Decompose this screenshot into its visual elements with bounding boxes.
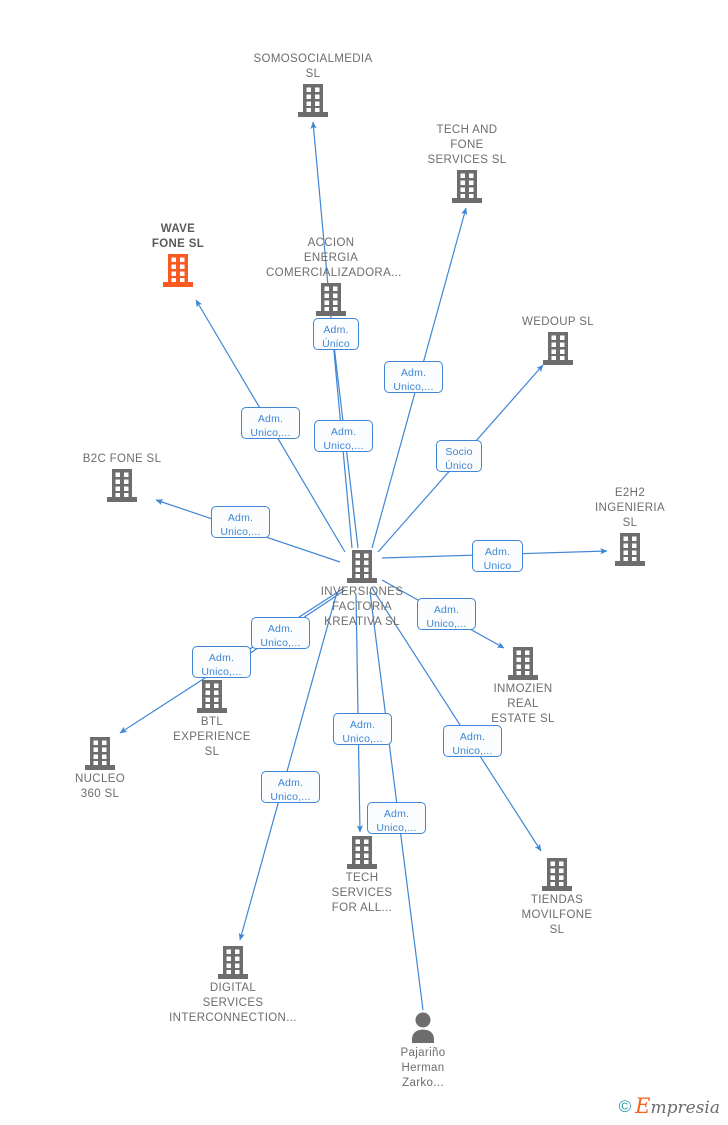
- building-icon: [297, 550, 427, 583]
- brand-initial: E: [635, 1094, 651, 1118]
- edge-label-somosocialmedia[interactable]: Adm. Unico,...: [314, 420, 373, 452]
- node-label: DIGITAL SERVICES INTERCONNECTION...: [169, 982, 297, 1024]
- brand-rest: mpresia: [650, 1098, 721, 1118]
- building-icon: [492, 858, 622, 891]
- building-icon: [266, 283, 396, 316]
- building-icon: [147, 680, 277, 713]
- node-label: TECH AND FONE SERVICES SL: [427, 124, 507, 166]
- node-label: TECH SERVICES FOR ALL...: [331, 872, 393, 914]
- node-nucleo-360[interactable]: NUCLEO 360 SL: [35, 737, 165, 802]
- building-icon: [565, 533, 695, 566]
- node-label: WEDOUP SL: [522, 316, 594, 328]
- building-icon: [248, 84, 378, 117]
- node-label: Pajariño Herman Zarko...: [400, 1047, 446, 1089]
- node-label: ACCION ENERGIA COMERCIALIZADORA...: [266, 237, 402, 279]
- edge-label-tech-and-fone[interactable]: Adm. Unico,...: [384, 361, 443, 393]
- brand-name: Empresia: [635, 1096, 720, 1117]
- node-label: NUCLEO 360 SL: [74, 773, 126, 800]
- building-icon: [402, 170, 532, 203]
- edge-label-tiendas-movilfone[interactable]: Adm. Unico,...: [443, 725, 502, 757]
- building-icon: [168, 946, 298, 979]
- edge-label-tech-services-2[interactable]: Adm. Unico,...: [367, 802, 426, 834]
- edge-label-digital-services[interactable]: Adm. Unico,...: [261, 771, 320, 803]
- node-somosocialmedia[interactable]: SOMOSOCIALMEDIA SL: [248, 52, 378, 117]
- node-label: WAVE FONE SL: [151, 223, 205, 250]
- edge-label-inmozien[interactable]: Adm. Unico,...: [417, 598, 476, 630]
- building-icon: [458, 647, 588, 680]
- building-icon: [57, 469, 187, 502]
- node-digital-services-interconnection[interactable]: DIGITAL SERVICES INTERCONNECTION...: [168, 946, 298, 1026]
- node-wedoup[interactable]: WEDOUP SL: [493, 315, 623, 365]
- node-label: INVERSIONES FACTORIA KREATIVA SL: [320, 586, 404, 628]
- edge-label-wave-fone[interactable]: Adm. Unico,...: [241, 407, 300, 439]
- edge-label-tech-services[interactable]: Adm. Unico,...: [333, 713, 392, 745]
- node-label: B2C FONE SL: [82, 453, 162, 465]
- edge-label-wedoup[interactable]: Socio Único: [436, 440, 482, 472]
- node-btl-experience[interactable]: BTL EXPERIENCE SL: [147, 680, 277, 760]
- building-icon: [113, 254, 243, 287]
- node-wave-fone[interactable]: WAVE FONE SL: [113, 222, 243, 287]
- node-accion-energia-comercializadora[interactable]: ACCION ENERGIA COMERCIALIZADORA...: [266, 236, 402, 316]
- node-label: TIENDAS MOVILFONE SL: [521, 894, 593, 936]
- building-icon: [493, 332, 623, 365]
- person-icon: [358, 1011, 488, 1044]
- node-e2h2-ingenieria[interactable]: E2H2 INGENIERIA SL: [565, 486, 695, 566]
- edge-label-e2h2[interactable]: Adm. Unico: [472, 540, 523, 572]
- building-icon: [297, 836, 427, 869]
- edge-label-accion-energia[interactable]: Adm. Único: [313, 318, 359, 350]
- copyright-icon: ©: [618, 1097, 632, 1116]
- building-icon: [35, 737, 165, 770]
- node-label: BTL EXPERIENCE SL: [173, 716, 251, 758]
- edge-label-b2c-fone[interactable]: Adm. Unico,...: [211, 506, 270, 538]
- node-tech-and-fone-services[interactable]: TECH AND FONE SERVICES SL: [402, 123, 532, 203]
- node-label: INMOZIEN REAL ESTATE SL: [491, 683, 555, 725]
- node-b2c-fone[interactable]: B2C FONE SL: [57, 452, 187, 502]
- node-pajarino-herman-zarko[interactable]: Pajariño Herman Zarko...: [358, 1011, 488, 1091]
- edge-label-btl-experience[interactable]: Adm. Unico,...: [251, 617, 310, 649]
- node-label: SOMOSOCIALMEDIA SL: [253, 53, 373, 80]
- node-label: E2H2 INGENIERIA SL: [595, 487, 665, 529]
- node-tiendas-movilfone[interactable]: TIENDAS MOVILFONE SL: [492, 858, 622, 938]
- node-tech-services-for-all[interactable]: TECH SERVICES FOR ALL...: [297, 836, 427, 916]
- node-inversiones-factoria-kreativa[interactable]: INVERSIONES FACTORIA KREATIVA SL: [297, 550, 427, 630]
- node-inmozien-real-estate[interactable]: INMOZIEN REAL ESTATE SL: [458, 647, 588, 727]
- network-graph-canvas[interactable]: SOMOSOCIALMEDIA SL TECH AND FONE SERVICES…: [0, 0, 728, 1125]
- edge-label-nucleo-360[interactable]: Adm. Unico,...: [192, 646, 251, 678]
- empresia-watermark: © Empresia: [619, 1096, 720, 1117]
